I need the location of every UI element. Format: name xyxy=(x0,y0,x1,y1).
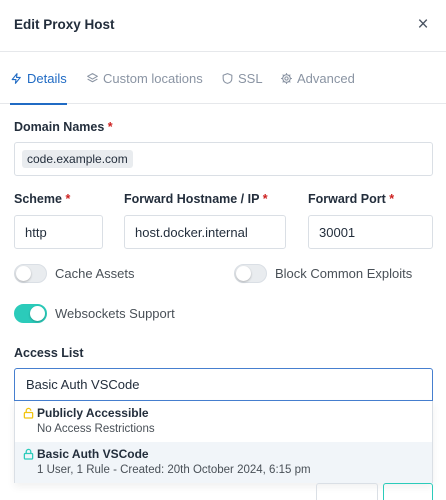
forward-hostname-label: Forward Hostname / IP * xyxy=(124,192,268,206)
tab-advanced[interactable]: Advanced xyxy=(280,52,355,104)
tab-custom-locations[interactable]: Custom locations xyxy=(86,52,203,104)
tab-ssl[interactable]: SSL xyxy=(221,52,263,104)
block-exploits-toggle[interactable]: Block Common Exploits xyxy=(234,264,412,283)
save-button-edge[interactable] xyxy=(383,483,433,500)
access-option-public[interactable]: Publicly Accessible No Access Restrictio… xyxy=(15,401,432,442)
tab-ssl-label: SSL xyxy=(238,70,263,86)
websockets-switch[interactable] xyxy=(14,304,47,323)
access-list-dropdown: Publicly Accessible No Access Restrictio… xyxy=(14,401,433,483)
forward-port-label: Forward Port * xyxy=(308,192,394,206)
cache-assets-toggle[interactable]: Cache Assets xyxy=(14,264,135,283)
websockets-toggle[interactable]: Websockets Support xyxy=(14,304,175,323)
required-marker: * xyxy=(65,192,71,206)
access-list-value: Basic Auth VSCode xyxy=(26,377,140,392)
domain-names-label: Domain Names * xyxy=(14,120,113,134)
tab-bar: Details Custom locations SSL Advanced xyxy=(0,52,446,105)
required-marker: * xyxy=(389,192,395,206)
cancel-button-edge[interactable] xyxy=(316,483,378,500)
modal-header: Edit Proxy Host × xyxy=(0,0,446,52)
lock-icon xyxy=(23,448,34,460)
option-subtitle: No Access Restrictions xyxy=(37,423,155,435)
tab-custom-locations-label: Custom locations xyxy=(103,70,203,86)
scheme-input[interactable]: http xyxy=(14,215,103,249)
cache-assets-label: Cache Assets xyxy=(55,266,135,281)
scheme-value: http xyxy=(25,224,47,240)
domain-names-input[interactable]: code.example.com xyxy=(14,142,433,176)
option-title-text: Basic Auth VSCode xyxy=(37,447,149,461)
cache-assets-switch[interactable] xyxy=(14,264,47,283)
forward-hostname-label-text: Forward Hostname / IP xyxy=(124,192,260,206)
access-list-label: Access List xyxy=(14,346,84,360)
forward-hostname-input[interactable]: host.docker.internal xyxy=(124,215,286,249)
bolt-icon xyxy=(11,72,21,84)
tab-details[interactable]: Details xyxy=(10,52,67,105)
access-option-basic-auth[interactable]: Basic Auth VSCode 1 User, 1 Rule - Creat… xyxy=(15,442,432,483)
switch-knob xyxy=(236,266,251,281)
close-icon[interactable]: × xyxy=(413,14,433,36)
switch-knob xyxy=(16,266,31,281)
lock-open-icon xyxy=(23,407,34,419)
required-marker: * xyxy=(107,120,113,134)
forward-port-label-text: Forward Port xyxy=(308,192,386,206)
scheme-label: Scheme * xyxy=(14,192,70,206)
forward-port-input[interactable]: 30001 xyxy=(308,215,433,249)
scheme-label-text: Scheme xyxy=(14,192,62,206)
block-exploits-label: Block Common Exploits xyxy=(275,266,413,281)
switch-knob xyxy=(30,306,45,321)
forward-hostname-value: host.docker.internal xyxy=(135,224,248,240)
access-list-select[interactable]: Basic Auth VSCode xyxy=(14,368,433,401)
shield-icon xyxy=(222,72,233,84)
modal-title: Edit Proxy Host xyxy=(14,17,115,32)
gear-icon xyxy=(281,72,292,84)
forward-port-value: 30001 xyxy=(319,224,356,240)
tab-details-label: Details xyxy=(27,70,67,86)
tab-advanced-label: Advanced xyxy=(297,70,355,86)
websockets-label: Websockets Support xyxy=(55,306,175,321)
domain-chip[interactable]: code.example.com xyxy=(22,150,133,168)
domain-names-label-text: Domain Names xyxy=(14,120,105,134)
option-title-text: Publicly Accessible xyxy=(37,406,149,420)
required-marker: * xyxy=(262,192,268,206)
option-title: Publicly Accessible xyxy=(23,406,149,420)
option-subtitle: 1 User, 1 Rule - Created: 20th October 2… xyxy=(37,464,311,476)
layers-icon xyxy=(87,72,98,82)
option-title: Basic Auth VSCode xyxy=(23,447,149,461)
block-exploits-switch[interactable] xyxy=(234,264,267,283)
